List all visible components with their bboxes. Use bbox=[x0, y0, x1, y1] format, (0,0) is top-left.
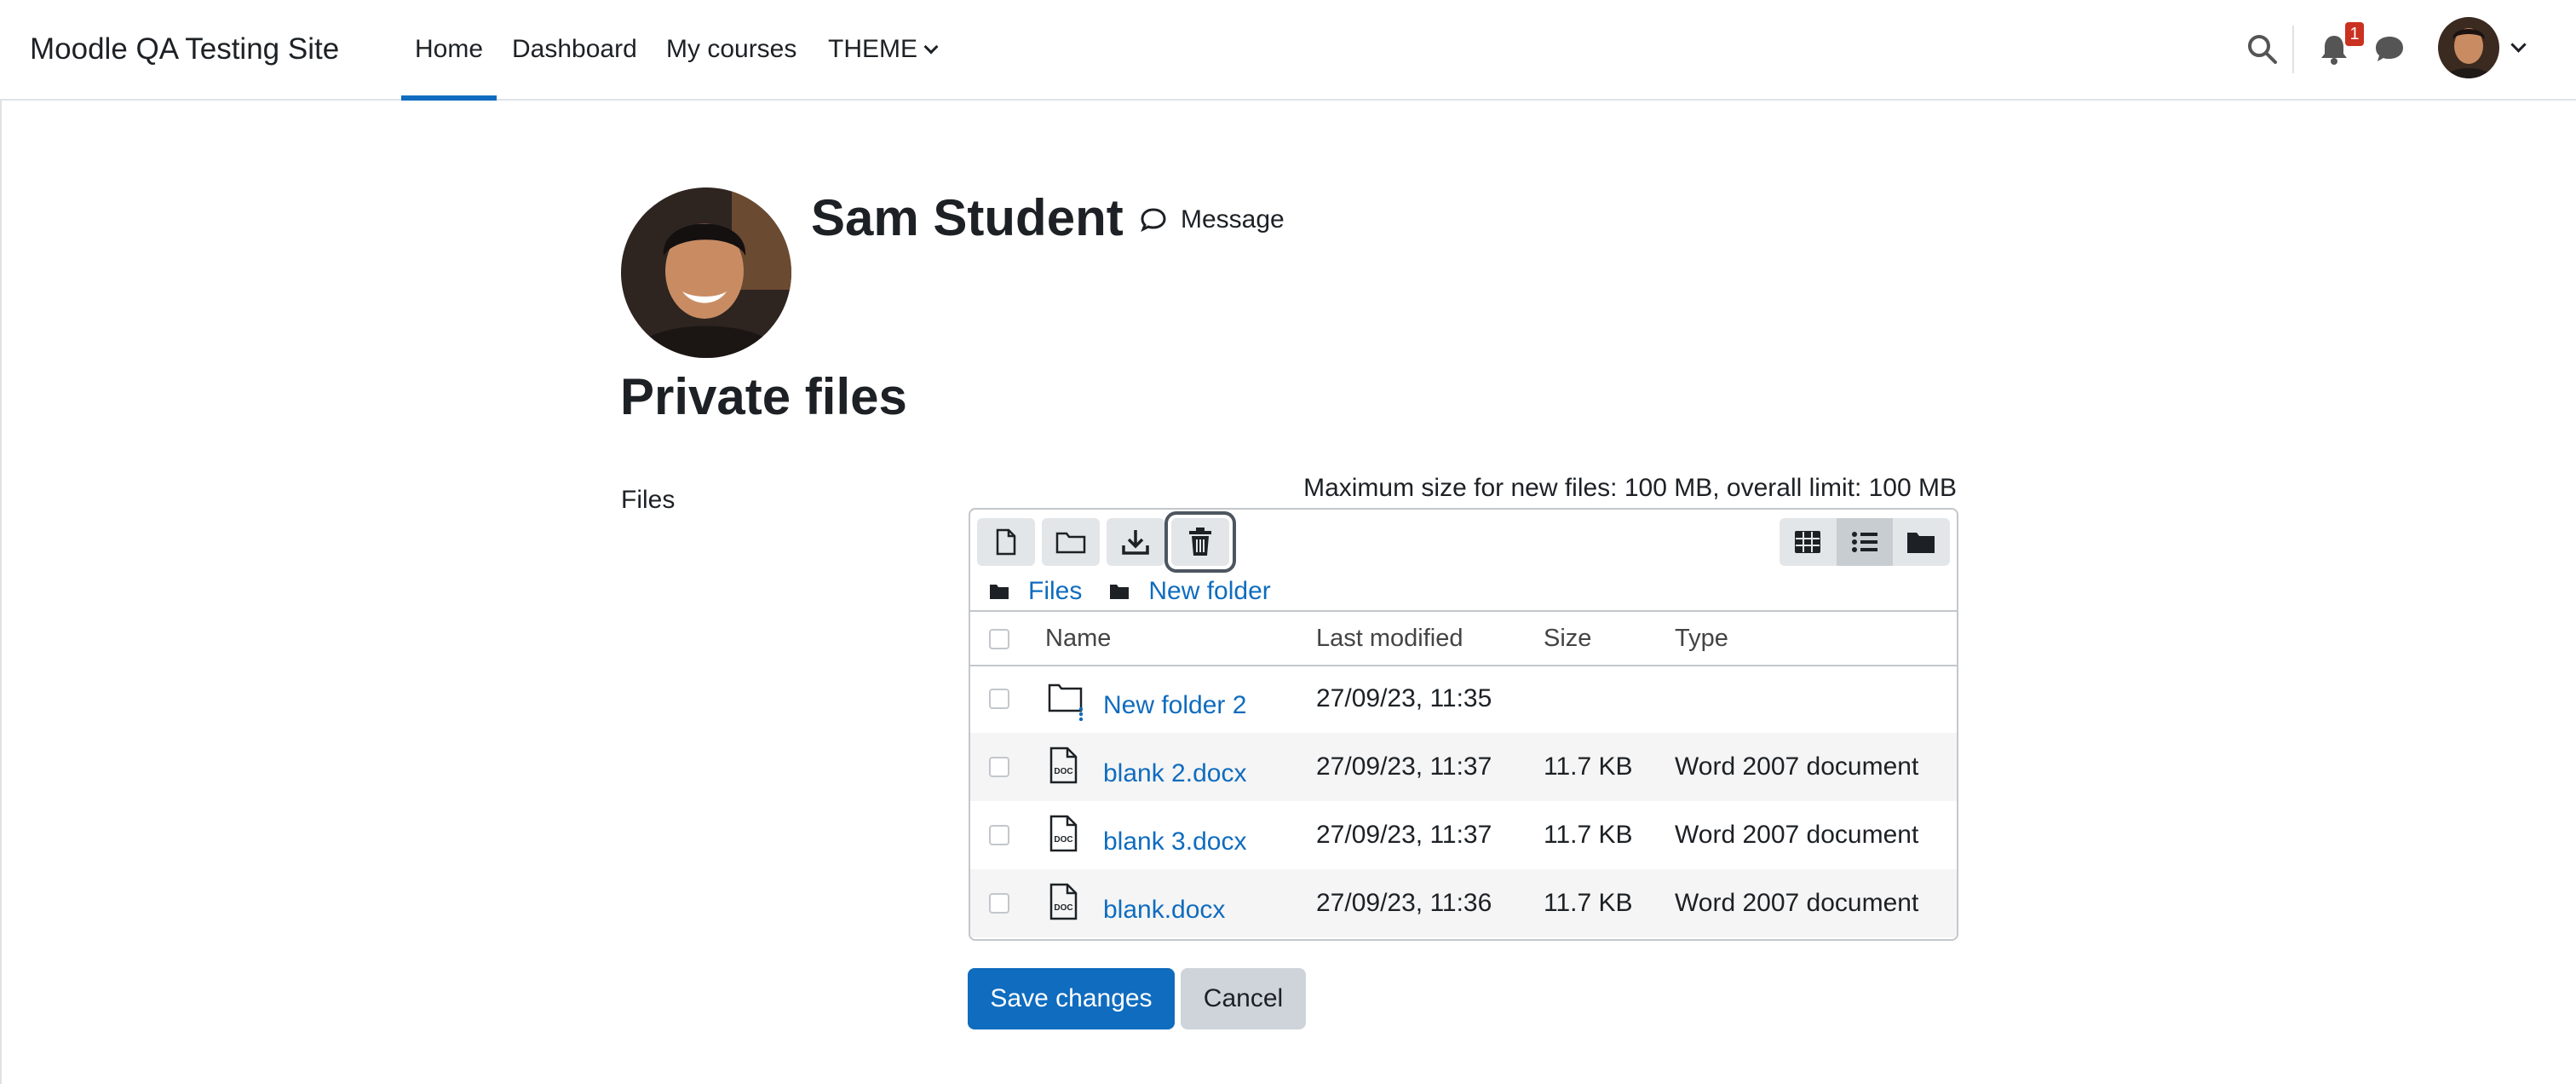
breadcrumb-files[interactable]: Files bbox=[1028, 577, 1082, 606]
add-file-button[interactable] bbox=[977, 518, 1035, 566]
file-size: 11.7 KB bbox=[1544, 821, 1633, 849]
file-modified: 27/09/23, 11:37 bbox=[1316, 752, 1492, 781]
doc-file-icon: DOC bbox=[1049, 747, 1078, 784]
message-label: Message bbox=[1181, 205, 1285, 234]
file-size: 11.7 KB bbox=[1544, 752, 1633, 781]
max-size-info: Maximum size for new files: 100 MB, over… bbox=[1303, 474, 1957, 502]
column-name[interactable]: Name bbox=[1045, 612, 1111, 665]
doc-file-icon: DOC bbox=[1049, 883, 1078, 920]
row-checkbox[interactable] bbox=[989, 825, 1009, 845]
grid-view-button[interactable] bbox=[1780, 518, 1837, 566]
svg-text:DOC: DOC bbox=[1054, 835, 1072, 845]
grid-view-icon bbox=[1795, 531, 1821, 553]
table-row[interactable]: New folder 2 27/09/23, 11:35 bbox=[970, 665, 1957, 733]
site-name[interactable]: Moodle QA Testing Site bbox=[30, 0, 339, 99]
speech-bubble-icon bbox=[1141, 208, 1166, 233]
chevron-down-icon bbox=[923, 39, 939, 55]
search-icon[interactable] bbox=[2245, 32, 2280, 66]
navbar-divider bbox=[2292, 26, 2294, 73]
nav-home[interactable]: Home bbox=[400, 0, 497, 101]
file-name-link[interactable]: New folder 2 bbox=[1103, 672, 1246, 740]
user-menu-chevron-icon[interactable] bbox=[2510, 37, 2527, 53]
column-size[interactable]: Size bbox=[1544, 612, 1591, 665]
cancel-button[interactable]: Cancel bbox=[1181, 968, 1306, 1029]
row-checkbox[interactable] bbox=[989, 689, 1009, 709]
file-name-link[interactable]: blank 3.docx bbox=[1103, 808, 1246, 876]
file-type: Word 2007 document bbox=[1675, 821, 1919, 849]
profile-name: Sam Student bbox=[811, 189, 1124, 246]
user-avatar[interactable] bbox=[2438, 17, 2499, 78]
file-type: Word 2007 document bbox=[1675, 752, 1919, 781]
create-folder-button[interactable] bbox=[1042, 518, 1100, 566]
nav-theme-label: THEME bbox=[828, 35, 917, 63]
folder-icon bbox=[990, 585, 1009, 599]
add-file-icon bbox=[996, 528, 1016, 556]
row-checkbox[interactable] bbox=[989, 893, 1009, 914]
file-type: Word 2007 document bbox=[1675, 889, 1919, 917]
breadcrumb: Files New folder bbox=[989, 571, 1298, 612]
save-changes-button[interactable]: Save changes bbox=[968, 968, 1175, 1029]
notification-badge: 1 bbox=[2345, 22, 2364, 46]
nav-my-courses[interactable]: My courses bbox=[666, 0, 796, 99]
tree-view-icon bbox=[1907, 533, 1935, 553]
list-view-icon bbox=[1851, 532, 1877, 552]
files-field-label: Files bbox=[621, 486, 676, 514]
svg-text:DOC: DOC bbox=[1054, 903, 1072, 913]
file-modified: 27/09/23, 11:35 bbox=[1316, 684, 1492, 712]
doc-file-icon: DOC bbox=[1049, 815, 1078, 852]
download-button[interactable] bbox=[1107, 518, 1164, 566]
folder-icon bbox=[1048, 683, 1084, 721]
file-size: 11.7 KB bbox=[1544, 889, 1633, 917]
table-row[interactable]: DOC blank.docx 27/09/23, 11:36 11.7 KB W… bbox=[970, 869, 1957, 937]
column-last-modified[interactable]: Last modified bbox=[1316, 612, 1463, 665]
window-edge bbox=[0, 0, 2, 1084]
profile-picture bbox=[621, 187, 791, 358]
message-button[interactable]: Message bbox=[1140, 203, 1285, 237]
row-checkbox[interactable] bbox=[989, 757, 1009, 777]
select-all-checkbox[interactable] bbox=[989, 629, 1009, 649]
file-table-header: Name Last modified Size Type bbox=[970, 610, 1957, 666]
file-name-link[interactable]: blank 2.docx bbox=[1103, 740, 1246, 808]
download-icon bbox=[1122, 530, 1149, 555]
file-manager: Files New folder Name Last modified Size… bbox=[969, 508, 1958, 941]
nav-dashboard[interactable]: Dashboard bbox=[512, 0, 637, 99]
chat-icon[interactable] bbox=[2372, 32, 2406, 66]
table-row[interactable]: DOC blank 2.docx 27/09/23, 11:37 11.7 KB… bbox=[970, 733, 1957, 801]
delete-icon bbox=[1189, 528, 1211, 556]
tree-view-button[interactable] bbox=[1893, 518, 1950, 566]
svg-text:DOC: DOC bbox=[1054, 767, 1072, 776]
file-modified: 27/09/23, 11:37 bbox=[1316, 821, 1492, 849]
table-row[interactable]: DOC blank 3.docx 27/09/23, 11:37 11.7 KB… bbox=[970, 801, 1957, 869]
delete-button[interactable] bbox=[1171, 518, 1229, 566]
top-navbar: Moodle QA Testing Site Home Dashboard My… bbox=[0, 0, 2576, 101]
column-type[interactable]: Type bbox=[1675, 612, 1728, 665]
folder-icon bbox=[1110, 585, 1130, 599]
list-view-button[interactable] bbox=[1836, 518, 1894, 566]
breadcrumb-new-folder[interactable]: New folder bbox=[1148, 577, 1270, 606]
page-title: Private files bbox=[620, 368, 907, 425]
create-folder-icon bbox=[1055, 532, 1086, 554]
nav-theme[interactable]: THEME bbox=[828, 0, 939, 99]
file-name-link[interactable]: blank.docx bbox=[1103, 876, 1225, 939]
file-modified: 27/09/23, 11:36 bbox=[1316, 889, 1492, 917]
view-switcher bbox=[1780, 518, 1950, 566]
